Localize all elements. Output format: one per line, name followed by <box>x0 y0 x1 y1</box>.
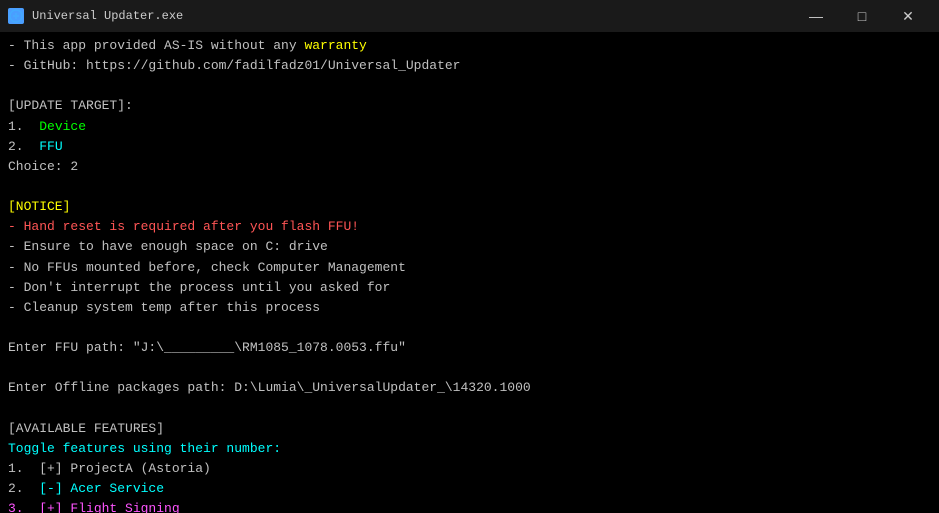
console-line-ffu-path: Enter FFU path: "J:\_________\RM1085_107… <box>8 338 931 358</box>
line-text: - This app provided AS-IS without any wa… <box>8 38 367 53</box>
console-line: - This app provided AS-IS without any wa… <box>8 36 931 56</box>
app-icon <box>8 8 24 24</box>
close-button[interactable]: ✕ <box>885 0 931 32</box>
console-line-choice1: Choice: 2 <box>8 157 931 177</box>
console-line-device: 1. Device <box>8 117 931 137</box>
console-line-notice: [NOTICE] <box>8 197 931 217</box>
console-output: - This app provided AS-IS without any wa… <box>0 32 939 513</box>
console-line-update-target: [UPDATE TARGET]: <box>8 96 931 116</box>
console-line <box>8 318 931 338</box>
console-line-feature2: 2. [-] Acer Service <box>8 479 931 499</box>
console-line-notice4: - Don't interrupt the process until you … <box>8 278 931 298</box>
console-line-notice3: - No FFUs mounted before, check Computer… <box>8 258 931 278</box>
console-line-ffu: 2. FFU <box>8 137 931 157</box>
console-line-notice1: - Hand reset is required after you flash… <box>8 217 931 237</box>
title-bar: Universal Updater.exe — □ ✕ <box>0 0 939 32</box>
console-line-feature1: 1. [+] ProjectA (Astoria) <box>8 459 931 479</box>
window-controls: — □ ✕ <box>793 0 931 32</box>
maximize-button[interactable]: □ <box>839 0 885 32</box>
console-line <box>8 177 931 197</box>
console-line-notice2: - Ensure to have enough space on C: driv… <box>8 237 931 257</box>
console-line-features-header: [AVAILABLE FEATURES] <box>8 419 931 439</box>
console-line-offline-path: Enter Offline packages path: D:\Lumia\_U… <box>8 378 931 398</box>
console-line <box>8 399 931 419</box>
minimize-button[interactable]: — <box>793 0 839 32</box>
console-line-notice5: - Cleanup system temp after this process <box>8 298 931 318</box>
console-line-feature3: 3. [+] Flight Signing <box>8 499 931 513</box>
console-line <box>8 76 931 96</box>
console-line-toggle-label: Toggle features using their number: <box>8 439 931 459</box>
console-line <box>8 358 931 378</box>
console-line: - GitHub: https://github.com/fadilfadz01… <box>8 56 931 76</box>
line-text: - GitHub: https://github.com/fadilfadz01… <box>8 58 460 73</box>
window-title: Universal Updater.exe <box>32 9 793 23</box>
